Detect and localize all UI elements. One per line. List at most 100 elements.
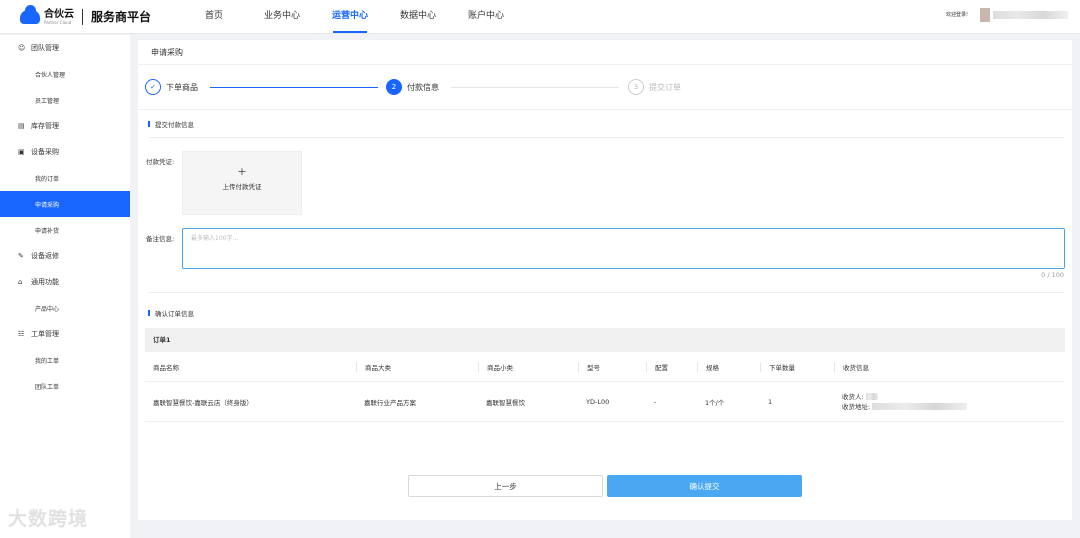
nav-operations[interactable]: 运营中心: [316, 0, 384, 34]
cell-product-name: 嘉联智慧餐饮-嘉联云店（终身版）: [153, 398, 253, 407]
step-label: 提交订单: [649, 82, 681, 92]
welcome-text: 欢迎登录!: [945, 12, 968, 18]
col-header: 配置: [646, 361, 697, 372]
brand-sub: Partner Cloud: [44, 19, 72, 25]
col-header: 规格: [697, 361, 760, 372]
watermark: 大数跨境: [8, 508, 89, 530]
divider: [138, 109, 1072, 110]
sidebar-group-team[interactable]: ☺ 团队管理: [0, 35, 130, 61]
step-label: 付款信息: [407, 82, 439, 92]
sidebar-group-tickets[interactable]: ☷ 工单管理: [0, 321, 130, 347]
upload-text: 上传付款凭证: [222, 183, 262, 191]
remark-textarea[interactable]: 最多输入100字...: [182, 228, 1065, 269]
nav-business[interactable]: 业务中心: [248, 0, 316, 34]
remark-label: 备注信息:: [146, 235, 175, 243]
sidebar-item-product-center[interactable]: 产品中心: [0, 295, 130, 321]
step-1: ✓ 下单商品: [145, 79, 198, 95]
receiver-redacted: [865, 393, 878, 400]
upload-voucher-button[interactable]: + 上传付款凭证: [182, 151, 302, 215]
step-number: 3: [628, 79, 644, 95]
col-header: 收货信息: [834, 361, 1065, 372]
remark-placeholder: 最多输入100字...: [191, 235, 239, 242]
username-redacted[interactable]: [993, 11, 1068, 19]
payment-section-title: 提交付款信息: [148, 119, 194, 129]
top-bar: 合伙云 Partner Cloud 服务商平台 首页 业务中心 运营中心 数据中…: [0, 0, 1080, 34]
cell-config: -: [654, 397, 657, 406]
address-redacted: [872, 403, 968, 410]
step-3: 3 提交订单: [628, 79, 681, 95]
sidebar-item-label: 设备返修: [31, 252, 59, 260]
sidebar-item-apply-purchase[interactable]: 申请采购: [0, 191, 130, 217]
address-label: 收货地址:: [842, 402, 871, 411]
step-line-pending: [451, 87, 619, 88]
platform-title: 服务商平台: [91, 10, 152, 24]
check-icon: ✓: [145, 79, 161, 95]
logo[interactable]: 合伙云 Partner Cloud 服务商平台: [20, 4, 152, 25]
team-icon: ☺: [18, 44, 26, 52]
cell-receiver-info: 收货人: 收货地址:: [834, 392, 1065, 412]
remark-counter: 0 / 100: [1041, 271, 1064, 279]
col-header: 型号: [578, 361, 646, 372]
col-header: 下单数量: [760, 361, 834, 372]
nav-account[interactable]: 账户中心: [452, 0, 520, 34]
prev-step-button[interactable]: 上一步: [408, 475, 603, 497]
step-label: 下单商品: [166, 82, 198, 92]
table-row: 嘉联智慧餐饮-嘉联云店（终身版） 嘉联行业产品方案 嘉联智慧餐饮 YD-L00 …: [145, 382, 1065, 422]
voucher-label: 付款凭证:: [146, 158, 175, 166]
purchase-icon: ▣: [18, 148, 25, 156]
inventory-icon: ▤: [18, 122, 25, 130]
sidebar-group-inventory[interactable]: ▤ 库存管理: [0, 113, 130, 139]
cell-category: 嘉联行业产品方案: [364, 398, 416, 407]
ticket-icon: ☷: [18, 330, 25, 338]
sidebar-group-general[interactable]: ⌂ 通用功能: [0, 269, 130, 295]
sidebar-item-apply-restock[interactable]: 申请补货: [0, 217, 130, 243]
cell-model: YD-L00: [586, 397, 610, 406]
table-header: 商品名称 商品大类 商品小类 型号 配置 规格 下单数量 收货信息: [145, 352, 1065, 382]
sidebar-item-label: 通用功能: [31, 278, 59, 286]
avatar[interactable]: [980, 8, 990, 22]
order-header: 订单1: [145, 328, 1065, 352]
cloud-logo-icon: [20, 4, 40, 24]
sidebar-item-partners[interactable]: 合伙人管理: [0, 61, 130, 87]
logo-divider: [82, 8, 83, 25]
nav-home[interactable]: 首页: [180, 0, 248, 34]
col-header: 商品大类: [356, 361, 478, 372]
order-section-title: 确认订单信息: [148, 308, 194, 318]
main-panel: 申请采购 ✓ 下单商品 2 付款信息 3 提交订单 提交付款信息 付款凭证: +…: [138, 40, 1072, 520]
col-header: 商品名称: [153, 363, 179, 372]
address-line: 收货地址:: [842, 402, 1065, 412]
step-line-done: [210, 87, 378, 88]
confirm-submit-button[interactable]: 确认提交: [607, 475, 802, 497]
col-header: 商品小类: [478, 361, 578, 372]
brand-name: 合伙云: [44, 8, 74, 20]
order-table: 订单1 商品名称 商品大类 商品小类 型号 配置 规格 下单数量 收货信息 嘉联…: [145, 328, 1065, 422]
receiver-line: 收货人:: [842, 392, 1065, 402]
sidebar-item-team-tickets[interactable]: 团队工单: [0, 373, 130, 399]
nav-data[interactable]: 数据中心: [384, 0, 452, 34]
divider: [138, 64, 1072, 65]
step-2: 2 付款信息: [386, 79, 439, 95]
sidebar-item-label: 设备采购: [31, 148, 59, 156]
cell-subcategory: 嘉联智慧餐饮: [486, 398, 525, 407]
repair-icon: ✎: [18, 252, 24, 260]
plus-icon: +: [237, 165, 247, 178]
sidebar-item-my-tickets[interactable]: 我的工单: [0, 347, 130, 373]
sidebar-item-label: 库存管理: [31, 122, 59, 130]
receiver-label: 收货人:: [842, 392, 864, 401]
cell-quantity: 1: [768, 397, 773, 406]
divider: [148, 137, 1065, 138]
sidebar-item-label: 团队管理: [31, 44, 59, 52]
sidebar: ☺ 团队管理 合伙人管理 员工管理 ▤ 库存管理 ▣ 设备采购 我的订单 申请采…: [0, 35, 130, 538]
cell-spec: 1个/个: [705, 398, 725, 407]
brand: 合伙云 Partner Cloud: [44, 9, 74, 25]
sidebar-item-staff[interactable]: 员工管理: [0, 87, 130, 113]
page-title: 申请采购: [151, 48, 183, 57]
main-nav: 首页 业务中心 运营中心 数据中心 账户中心: [180, 0, 520, 34]
sidebar-item-label: 工单管理: [31, 330, 59, 338]
sidebar-group-purchase[interactable]: ▣ 设备采购: [0, 139, 130, 165]
sidebar-group-repair[interactable]: ✎ 设备返修: [0, 243, 130, 269]
step-number: 2: [386, 79, 402, 95]
sidebar-item-my-orders[interactable]: 我的订单: [0, 165, 130, 191]
home-icon: ⌂: [18, 278, 23, 286]
divider: [148, 292, 1065, 293]
